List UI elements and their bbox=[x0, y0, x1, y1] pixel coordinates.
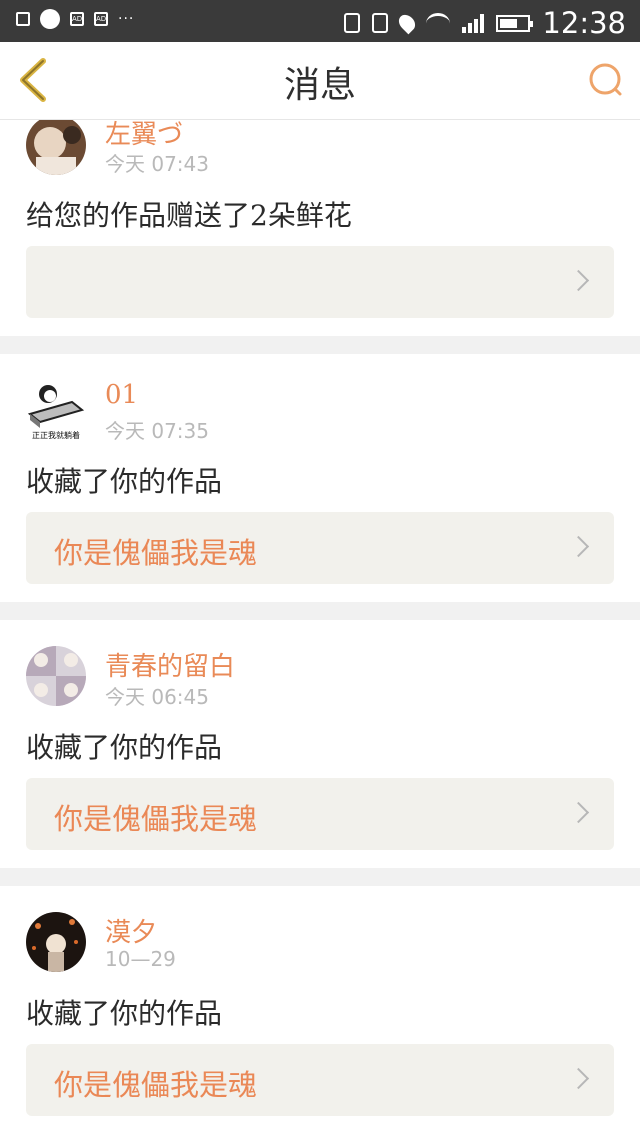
signal-icon bbox=[462, 13, 485, 33]
location-icon bbox=[396, 11, 419, 35]
chevron-right-icon bbox=[567, 1067, 590, 1090]
page-title: 消息 bbox=[283, 65, 356, 106]
image-icon bbox=[16, 12, 30, 26]
timestamp: 今天 07:35 bbox=[105, 419, 209, 443]
chevron-right-icon bbox=[567, 535, 590, 558]
header-bar: 消息 bbox=[0, 42, 640, 120]
username[interactable]: 漠夕 bbox=[105, 912, 157, 949]
search-icon[interactable] bbox=[588, 62, 624, 98]
status-time: 12:38 bbox=[542, 6, 626, 40]
system-icons: 12:38 bbox=[344, 6, 626, 40]
avatar[interactable]: 正正我就躺着 bbox=[26, 380, 86, 440]
work-title: 你是傀儡我是魂 bbox=[54, 802, 258, 836]
work-title: 你是傀儡我是魂 bbox=[54, 1068, 258, 1102]
message-card[interactable]: 青春的留白 今天 06:45 收藏了你的作品 你是傀儡我是魂 bbox=[0, 620, 640, 868]
message-card[interactable]: 左翼づ 今天 07:43 给您的作品赠送了2朵鲜花 bbox=[0, 120, 640, 336]
message-card[interactable]: 正正我就躺着 01 今天 07:35 收藏了你的作品 你是傀儡我是魂 bbox=[0, 354, 640, 602]
timestamp: 今天 07:43 bbox=[105, 152, 209, 176]
status-bar: AD AD ··· 12:38 bbox=[0, 0, 640, 42]
portrait-lock-icon bbox=[372, 13, 389, 33]
timestamp: 今天 06:45 bbox=[105, 685, 209, 709]
avatar-caption: 正正我就躺着 bbox=[32, 430, 80, 440]
work-link[interactable] bbox=[26, 246, 614, 318]
more-notifications: ··· bbox=[118, 11, 135, 27]
work-title: 你是傀儡我是魂 bbox=[54, 536, 258, 570]
ad-icon: AD bbox=[94, 12, 108, 26]
avatar[interactable] bbox=[26, 120, 86, 175]
wifi-icon bbox=[426, 12, 451, 34]
timestamp: 10—29 bbox=[105, 947, 176, 971]
nfc-icon bbox=[344, 13, 361, 33]
chevron-right-icon bbox=[567, 801, 590, 824]
message-text: 收藏了你的作品 bbox=[26, 731, 223, 764]
work-link[interactable]: 你是傀儡我是魂 bbox=[26, 778, 614, 850]
ad-icon: AD bbox=[70, 12, 84, 26]
message-card[interactable]: 漠夕 10—29 收藏了你的作品 你是傀儡我是魂 bbox=[0, 886, 640, 1138]
notification-icons: AD AD ··· bbox=[16, 9, 134, 29]
username[interactable]: 左翼づ bbox=[105, 120, 183, 151]
work-link[interactable]: 你是傀儡我是魂 bbox=[26, 1044, 614, 1116]
username[interactable]: 01 bbox=[105, 380, 138, 410]
avatar[interactable] bbox=[26, 912, 86, 972]
username[interactable]: 青春的留白 bbox=[105, 646, 235, 683]
avatar[interactable] bbox=[26, 646, 86, 706]
message-text: 收藏了你的作品 bbox=[26, 997, 223, 1030]
battery-icon bbox=[496, 14, 534, 32]
chevron-right-icon bbox=[567, 269, 590, 292]
message-text: 收藏了你的作品 bbox=[26, 465, 223, 498]
circle-icon bbox=[40, 9, 60, 29]
message-text: 给您的作品赠送了2朵鲜花 bbox=[26, 199, 352, 232]
work-link[interactable]: 你是傀儡我是魂 bbox=[26, 512, 614, 584]
